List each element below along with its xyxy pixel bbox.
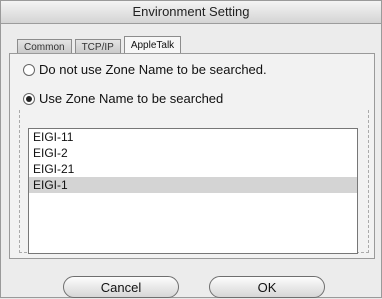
zone-list-item[interactable]: EIGI-21	[29, 161, 357, 177]
tab-appletalk[interactable]: AppleTalk	[123, 36, 182, 54]
radio-no-zone[interactable]	[23, 63, 35, 76]
zone-list-item[interactable]: EIGI-11	[29, 129, 357, 145]
tab-tcp-ip[interactable]: TCP/IP	[74, 39, 121, 54]
radio-use-zone[interactable]	[23, 92, 35, 105]
use-zone-option[interactable]: Use Zone Name to be searched	[23, 91, 223, 106]
cancel-button[interactable]: Cancel	[63, 276, 179, 298]
tab-bar: Common TCP/IP AppleTalk	[17, 36, 184, 54]
tab-common[interactable]: Common	[17, 39, 72, 54]
zone-list-item[interactable]: EIGI-2	[29, 145, 357, 161]
zone-list[interactable]: EIGI-11 EIGI-2 EIGI-21 EIGI-1	[28, 128, 358, 254]
no-zone-option[interactable]: Do not use Zone Name to be searched.	[23, 62, 267, 77]
window-title: Environment Setting	[1, 1, 381, 24]
no-zone-label: Do not use Zone Name to be searched.	[39, 62, 267, 77]
ok-button[interactable]: OK	[209, 276, 325, 298]
environment-setting-dialog: Environment Setting Common TCP/IP AppleT…	[0, 0, 382, 298]
use-zone-label: Use Zone Name to be searched	[39, 91, 224, 106]
zone-list-item-selected[interactable]: EIGI-1	[29, 177, 357, 193]
